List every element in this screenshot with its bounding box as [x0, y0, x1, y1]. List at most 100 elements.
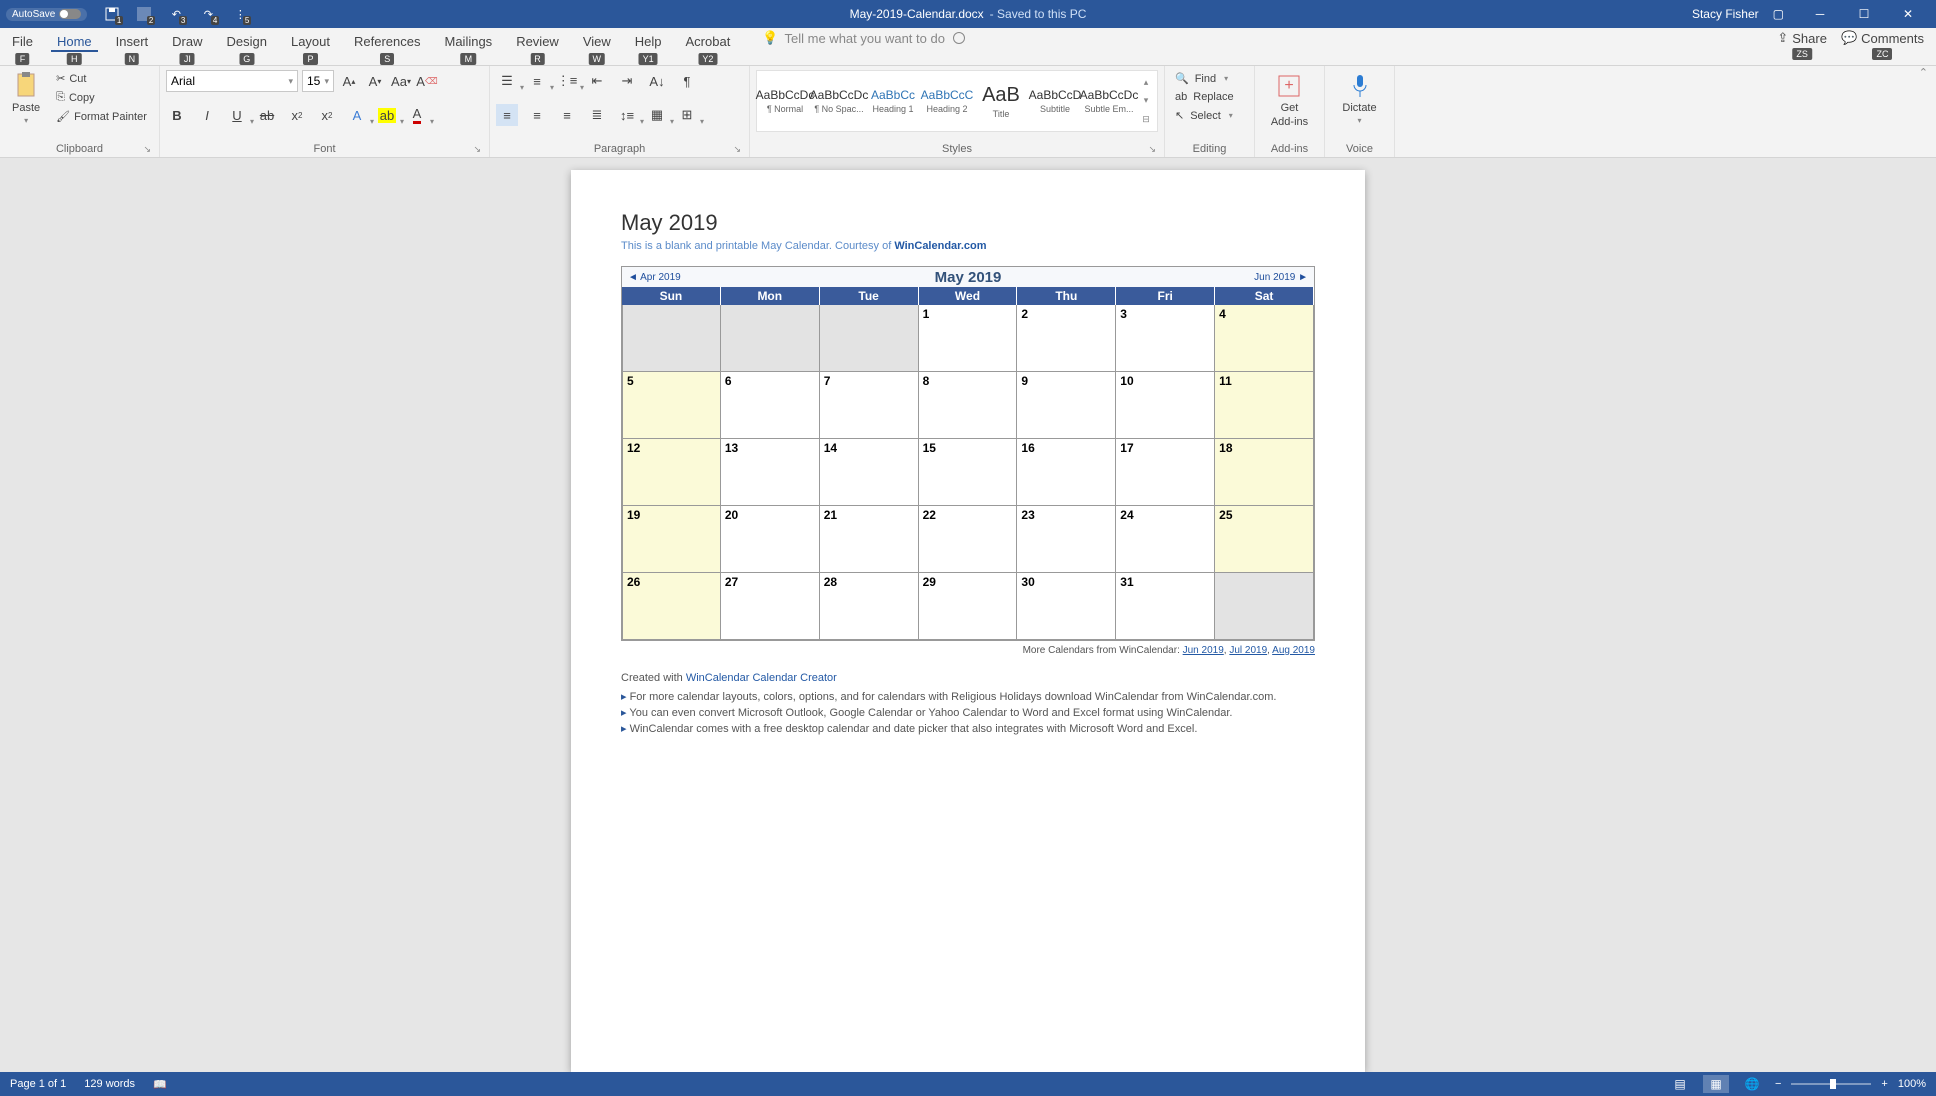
spellcheck-icon[interactable]: 📖	[153, 1078, 167, 1091]
calendar-cell: 7	[820, 372, 919, 439]
replace-button[interactable]: abReplace	[1171, 89, 1238, 105]
customize-qat-icon[interactable]: ⋮5	[231, 5, 249, 23]
tab-view[interactable]: ViewW	[571, 30, 623, 51]
decrease-indent-button[interactable]: ⇤	[586, 70, 608, 92]
align-left-button[interactable]: ≡	[496, 104, 518, 126]
style-subtitle[interactable]: AaBbCcDSubtitle	[1029, 73, 1081, 129]
more-calendar-link[interactable]: Jun 2019	[1183, 645, 1224, 656]
prev-month-link[interactable]: ◄ Apr 2019	[628, 272, 681, 283]
zoom-in-button[interactable]: +	[1881, 1078, 1887, 1090]
style-heading-1[interactable]: AaBbCcHeading 1	[867, 73, 919, 129]
strikethrough-button[interactable]: ab	[256, 104, 278, 126]
get-addins-button[interactable]: + GetAdd-ins	[1265, 70, 1314, 130]
zoom-slider[interactable]	[1791, 1083, 1871, 1085]
undo-icon[interactable]: ↶3	[167, 5, 185, 23]
word-icon[interactable]: 2	[135, 5, 153, 23]
find-button[interactable]: 🔍Find▾	[1171, 70, 1238, 87]
dialog-launcher-icon[interactable]: ↘	[733, 144, 741, 155]
print-layout-button[interactable]: ▦	[1703, 1075, 1729, 1093]
subscript-button[interactable]: x2	[286, 104, 308, 126]
tab-acrobat[interactable]: AcrobatY2	[674, 30, 743, 51]
font-size-combo[interactable]: 15▾	[302, 70, 334, 92]
change-case-button[interactable]: Aa▾	[390, 70, 412, 92]
document-area[interactable]: May 2019 This is a blank and printable M…	[0, 158, 1936, 1072]
styles-more-button[interactable]: ▴▾⊟	[1137, 73, 1155, 129]
line-spacing-button[interactable]: ↕≡	[616, 104, 638, 126]
font-name-combo[interactable]: Arial▾	[166, 70, 298, 92]
sort-button[interactable]: A↓	[646, 70, 668, 92]
comments-button[interactable]: 💬Comments ZC	[1841, 30, 1924, 46]
align-center-button[interactable]: ≡	[526, 104, 548, 126]
web-layout-button[interactable]: 🌐	[1739, 1075, 1765, 1093]
bullets-button[interactable]: ☰	[496, 70, 518, 92]
select-button[interactable]: ↖Select▾	[1171, 107, 1238, 124]
more-calendar-link[interactable]: Jul 2019	[1229, 645, 1267, 656]
dialog-launcher-icon[interactable]: ↘	[473, 144, 481, 155]
shading-button[interactable]: ▦	[646, 104, 668, 126]
tell-me-search[interactable]: 💡 Tell me what you want to do	[762, 30, 965, 46]
borders-button[interactable]: ⊞	[676, 104, 698, 126]
highlight-button[interactable]: ab	[376, 104, 398, 126]
redo-icon[interactable]: ↷4	[199, 5, 217, 23]
zoom-level[interactable]: 100%	[1898, 1078, 1926, 1090]
italic-button[interactable]: I	[196, 104, 218, 126]
style--no-spac-[interactable]: AaBbCcDc¶ No Spac...	[813, 73, 865, 129]
tab-layout[interactable]: LayoutP	[279, 30, 342, 51]
grow-font-button[interactable]: A▴	[338, 70, 360, 92]
user-name[interactable]: Stacy Fisher	[1692, 7, 1759, 21]
superscript-button[interactable]: x2	[316, 104, 338, 126]
dow-header: Sun	[622, 287, 721, 305]
save-icon[interactable]: 1	[103, 5, 121, 23]
copy-button[interactable]: ⎘Copy	[52, 89, 151, 106]
show-marks-button[interactable]: ¶	[676, 70, 698, 92]
increase-indent-button[interactable]: ⇥	[616, 70, 638, 92]
align-right-button[interactable]: ≡	[556, 104, 578, 126]
next-month-link[interactable]: Jun 2019 ►	[1254, 272, 1308, 283]
tab-insert[interactable]: InsertN	[104, 30, 161, 51]
wincalendar-link[interactable]: WinCalendar.com	[894, 240, 986, 252]
close-button[interactable]: ✕	[1886, 0, 1930, 28]
underline-button[interactable]: U	[226, 104, 248, 126]
tab-draw[interactable]: DrawJI	[160, 30, 214, 51]
style-heading-2[interactable]: AaBbCcCHeading 2	[921, 73, 973, 129]
tab-home[interactable]: HomeH	[45, 30, 104, 51]
numbering-button[interactable]: ≡	[526, 70, 548, 92]
tab-review[interactable]: ReviewR	[504, 30, 571, 51]
more-calendar-link[interactable]: Aug 2019	[1272, 645, 1315, 656]
text-effects-button[interactable]: A	[346, 104, 368, 126]
style-subtle-em-[interactable]: AaBbCcDcSubtle Em...	[1083, 73, 1135, 129]
tab-file[interactable]: FileF	[0, 30, 45, 51]
autosave-toggle[interactable]: AutoSave	[6, 8, 87, 21]
style-title[interactable]: AaBTitle	[975, 73, 1027, 129]
collapse-ribbon-button[interactable]: ⌃	[1911, 66, 1936, 157]
justify-button[interactable]: ≣	[586, 104, 608, 126]
cut-button[interactable]: ✂Cut	[52, 70, 151, 87]
tab-mailings[interactable]: MailingsM	[433, 30, 505, 51]
minimize-button[interactable]: ─	[1798, 0, 1842, 28]
share-button[interactable]: ⇪Share ZS	[1777, 30, 1827, 46]
font-color-button[interactable]: A	[406, 104, 428, 126]
calendar-cell: 12	[622, 439, 721, 506]
zoom-out-button[interactable]: −	[1775, 1078, 1781, 1090]
tab-help[interactable]: HelpY1	[623, 30, 674, 51]
tab-references[interactable]: ReferencesS	[342, 30, 432, 51]
format-painter-button[interactable]: 🖌Format Painter	[52, 108, 151, 125]
style--normal[interactable]: AaBbCcDc¶ Normal	[759, 73, 811, 129]
dialog-launcher-icon[interactable]: ↘	[143, 144, 151, 155]
multilevel-list-button[interactable]: ⋮≡	[556, 70, 578, 92]
ribbon-display-icon[interactable]: ▢	[1773, 7, 1784, 21]
clear-formatting-button[interactable]: A⌫	[416, 70, 438, 92]
maximize-button[interactable]: ☐	[1842, 0, 1886, 28]
bold-button[interactable]: B	[166, 104, 188, 126]
paste-button[interactable]: Paste ▾	[6, 70, 46, 127]
dictate-button[interactable]: Dictate▾	[1336, 70, 1382, 127]
shrink-font-button[interactable]: A▾	[364, 70, 386, 92]
styles-gallery[interactable]: AaBbCcDc¶ NormalAaBbCcDc¶ No Spac...AaBb…	[756, 70, 1158, 132]
read-mode-button[interactable]: ▤	[1667, 1075, 1693, 1093]
page-indicator[interactable]: Page 1 of 1	[10, 1078, 66, 1090]
tab-design[interactable]: DesignG	[215, 30, 279, 51]
creator-link[interactable]: WinCalendar Calendar Creator	[686, 672, 837, 684]
dialog-launcher-icon[interactable]: ↘	[1148, 144, 1156, 155]
dow-header: Thu	[1017, 287, 1116, 305]
word-count[interactable]: 129 words	[84, 1078, 135, 1090]
